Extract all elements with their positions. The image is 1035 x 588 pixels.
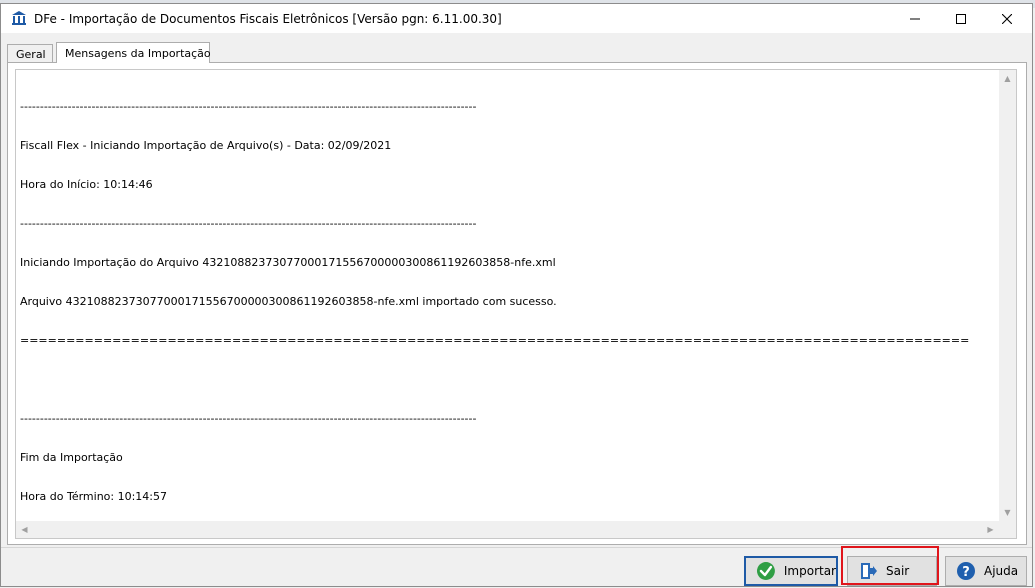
log-line: ----------------------------------------… (20, 217, 477, 230)
log-line: ========================================… (20, 334, 970, 347)
bank-icon (11, 10, 27, 26)
log-line: Fiscall Flex - Iniciando Importação de A… (20, 139, 392, 152)
sair-highlight-box (841, 546, 939, 585)
minimize-button[interactable] (892, 4, 938, 33)
title-bar: DFe - Importação de Documentos Fiscais E… (1, 4, 1032, 33)
horizontal-scrollbar[interactable]: ◀ ▶ (16, 521, 999, 538)
window-title: DFe - Importação de Documentos Fiscais E… (34, 12, 502, 26)
ajuda-button[interactable]: ? Ajuda (945, 556, 1027, 586)
log-line: Hora do Término: 10:14:57 (20, 490, 167, 503)
close-icon (1002, 13, 1012, 24)
help-circle-icon: ? (957, 562, 975, 580)
scroll-left-icon[interactable]: ◀ (16, 521, 33, 538)
minimize-icon (910, 18, 920, 19)
maximize-icon (956, 13, 966, 24)
scroll-down-icon[interactable]: ▼ (999, 504, 1016, 521)
import-log-memo[interactable]: ----------------------------------------… (15, 69, 1017, 539)
log-line: Iniciando Importação do Arquivo 43210882… (20, 256, 556, 269)
tab-mensagens-da-importacao[interactable]: Mensagens da Importação (56, 42, 211, 63)
tab-geral[interactable]: Geral (7, 44, 53, 62)
svg-text:?: ? (962, 565, 970, 580)
importar-button[interactable]: Importar (744, 556, 838, 586)
close-button[interactable] (984, 4, 1030, 33)
log-line: Hora do Início: 10:14:46 (20, 178, 153, 191)
vertical-scrollbar[interactable]: ▲ ▼ (999, 70, 1016, 521)
scroll-right-icon[interactable]: ▶ (982, 521, 999, 538)
tab-panel: ----------------------------------------… (7, 62, 1027, 545)
import-log-text: ----------------------------------------… (20, 74, 998, 520)
log-line: ----------------------------------------… (20, 100, 477, 113)
maximize-button[interactable] (938, 4, 984, 33)
check-circle-icon (756, 562, 775, 580)
log-line: Arquivo 43210882373077000171556700000300… (20, 295, 557, 308)
ajuda-label: Ajuda (984, 564, 1019, 578)
importar-label: Importar (783, 564, 836, 578)
dfe-import-dialog: DFe - Importação de Documentos Fiscais E… (0, 3, 1033, 587)
scroll-up-icon[interactable]: ▲ (999, 70, 1016, 87)
log-line: ----------------------------------------… (20, 412, 477, 425)
log-line: Fim da Importação (20, 451, 123, 464)
scroll-corner (999, 521, 1016, 538)
